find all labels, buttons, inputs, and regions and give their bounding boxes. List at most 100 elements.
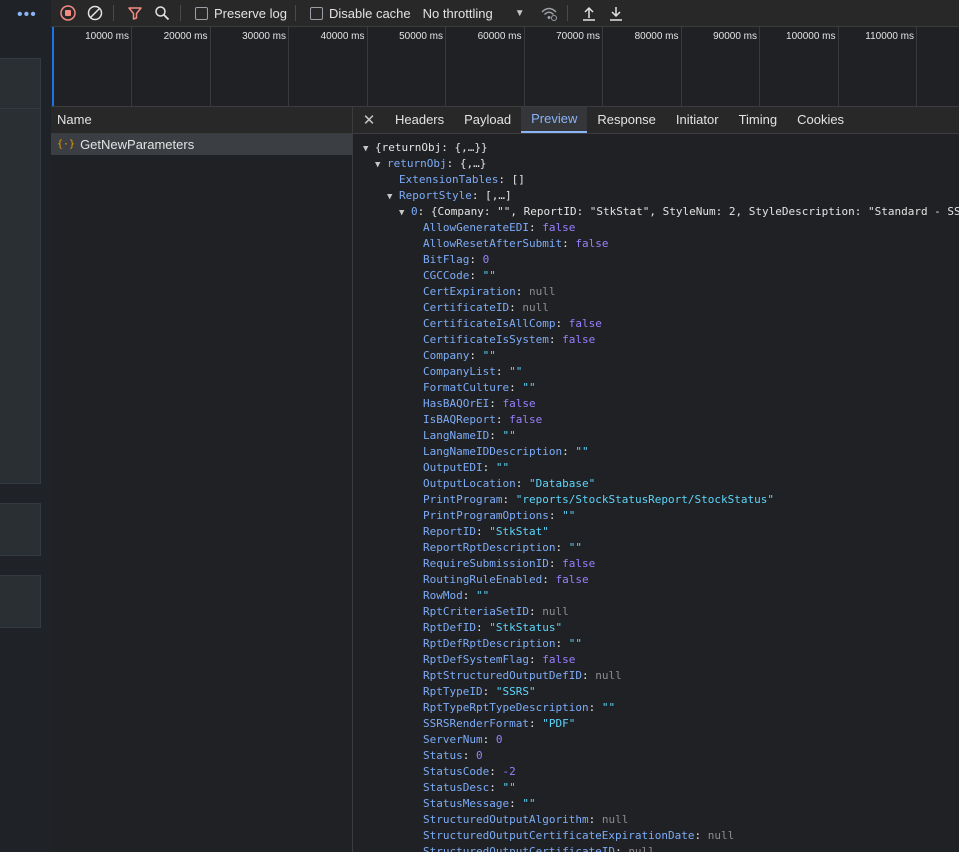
tab-headers[interactable]: Headers (385, 107, 454, 133)
json-tree-row[interactable]: RowMod: "" (353, 588, 959, 604)
timeline-tick-label: 12 (925, 31, 959, 42)
timeline-gridline (680, 27, 682, 106)
json-tree-row[interactable]: RequireSubmissionID: false (353, 556, 959, 572)
json-tree-row[interactable]: LangNameID: "" (353, 428, 959, 444)
json-tree-row[interactable]: BitFlag: 0 (353, 252, 959, 268)
expand-triangle-icon[interactable]: ▼ (375, 157, 387, 173)
json-tree-row[interactable]: ▼ returnObj: {,…} (353, 156, 959, 172)
json-tree-row[interactable]: CompanyList: "" (353, 364, 959, 380)
disable-cache-checkbox[interactable]: Disable cache (309, 6, 411, 21)
json-key: RequireSubmissionID (423, 557, 549, 570)
preserve-log-checkbox[interactable]: Preserve log (195, 6, 287, 21)
toolbar-divider (294, 5, 296, 21)
json-key: ReportID (423, 525, 476, 538)
filter-icon[interactable] (125, 3, 145, 23)
json-tree-row[interactable]: FormatCulture: "" (353, 380, 959, 396)
json-boolean-value: false (575, 237, 609, 250)
json-tree-row[interactable]: CertificateIsAllComp: false (353, 316, 959, 332)
json-tree-row[interactable]: ▼ 0: {Company: "", ReportID: "StkStat", S… (353, 204, 959, 220)
json-tree-row[interactable]: AllowResetAfterSubmit: false (353, 236, 959, 252)
json-tree-row[interactable]: RoutingRuleEnabled: false (353, 572, 959, 588)
json-tree-row[interactable]: OutputEDI: "" (353, 460, 959, 476)
json-tree-row[interactable]: RptDefSystemFlag: false (353, 652, 959, 668)
json-tree-row[interactable]: Status: 0 (353, 748, 959, 764)
json-string-value: "" (502, 781, 516, 794)
json-number-value: 0 (476, 749, 483, 762)
json-tree-row[interactable]: AllowGenerateEDI: false (353, 220, 959, 236)
timeline-tick-label: 70000 ms (556, 31, 600, 42)
json-tree-row[interactable]: RptCriteriaSetID: null (353, 604, 959, 620)
timeline-selection-marker[interactable] (52, 27, 54, 106)
tab-payload[interactable]: Payload (454, 107, 521, 133)
json-punct: : (489, 429, 503, 442)
import-icon[interactable] (579, 3, 599, 23)
json-tree-row[interactable]: RptTypeRptTypeDescription: "" (353, 700, 959, 716)
json-tree-row[interactable]: StatusMessage: "" (353, 796, 959, 812)
timeline-gridline (209, 27, 211, 106)
json-key: StatusDesc (423, 781, 490, 794)
json-punct: : (548, 333, 563, 346)
request-row[interactable]: {·} GetNewParameters (51, 134, 352, 155)
json-tree-row[interactable]: StructuredOutputAlgorithm: null (353, 812, 959, 828)
json-tree-row[interactable]: PrintProgramOptions: "" (353, 508, 959, 524)
json-tree-row[interactable]: RptStructuredOutputDefID: null (353, 668, 959, 684)
json-tree-row[interactable]: StructuredOutputCertificateID: null (353, 844, 959, 852)
json-tree-row[interactable]: ReportRptDescription: "" (353, 540, 959, 556)
json-tree-row[interactable]: Company: "" (353, 348, 959, 364)
stop-record-icon[interactable] (58, 3, 78, 23)
json-tree-row[interactable]: RptDefID: "StkStatus" (353, 620, 959, 636)
expand-triangle-icon[interactable]: ▼ (363, 141, 375, 157)
json-tree-row[interactable]: StructuredOutputCertificateExpirationDat… (353, 828, 959, 844)
wifi-conditions-icon[interactable] (539, 3, 559, 23)
json-punct: : (482, 733, 496, 746)
json-key: HasBAQOrEI (423, 397, 490, 410)
tab-cookies[interactable]: Cookies (787, 107, 854, 133)
checkbox-box[interactable] (195, 6, 208, 20)
json-punct: : (528, 605, 543, 618)
json-string-value: "" (482, 269, 496, 282)
throttling-select[interactable]: No throttling ▼ (423, 6, 525, 21)
json-tree-row[interactable]: ▼ ReportStyle: [,…] (353, 188, 959, 204)
json-tree-row[interactable]: CGCCode: "" (353, 268, 959, 284)
overview-timeline[interactable]: 10000 ms 20000 ms 30000 ms 40000 ms 50000 ms… (51, 27, 959, 107)
json-tree-row[interactable]: HasBAQOrEI: false (353, 396, 959, 412)
checkbox-box[interactable] (309, 6, 323, 20)
name-column-header[interactable]: Name (51, 107, 352, 134)
json-tree-row[interactable]: CertificateIsSystem: false (353, 332, 959, 348)
json-tree-row[interactable]: SSRSRenderFormat: "PDF" (353, 716, 959, 732)
json-tree-row[interactable]: ExtensionTables: [] (353, 172, 959, 188)
json-number-value: -2 (502, 765, 516, 778)
json-punct: : (528, 653, 543, 666)
json-punct: : (509, 381, 523, 394)
tab-preview[interactable]: Preview (521, 107, 588, 133)
json-boolean-value: false (542, 221, 576, 234)
tab-timing[interactable]: Timing (729, 107, 788, 133)
json-tree-row[interactable]: StatusDesc: "" (353, 780, 959, 796)
expand-triangle-icon[interactable]: ▼ (399, 205, 411, 221)
json-tree-row[interactable]: CertificateID: null (353, 300, 959, 316)
json-key: ExtensionTables (399, 173, 499, 186)
export-icon[interactable] (606, 3, 626, 23)
json-tree-row[interactable]: ServerNum: 0 (353, 732, 959, 748)
json-tree-row[interactable]: ReportID: "StkStat" (353, 524, 959, 540)
json-tree-row[interactable]: OutputLocation: "Database" (353, 476, 959, 492)
expand-triangle-icon[interactable]: ▼ (387, 189, 399, 205)
json-punct: : (489, 765, 503, 778)
json-tree-row[interactable]: RptTypeID: "SSRS" (353, 684, 959, 700)
close-icon[interactable]: ✕ (353, 107, 385, 133)
json-tree-row[interactable]: CertExpiration: null (353, 284, 959, 300)
json-tree-row[interactable]: StatusCode: -2 (353, 764, 959, 780)
search-icon[interactable] (152, 3, 172, 23)
tab-response[interactable]: Response (587, 107, 666, 133)
json-tree-row[interactable]: PrintProgram: "reports/StockStatusReport… (353, 492, 959, 508)
json-tree-row[interactable]: IsBAQReport: false (353, 412, 959, 428)
json-tree-row[interactable]: RptDefRptDescription: "" (353, 636, 959, 652)
json-number-value: 0 (482, 253, 490, 266)
clear-icon[interactable] (85, 3, 105, 23)
json-string-value: "PDF" (542, 717, 576, 730)
json-tree-row[interactable]: ▼ {returnObj: {,…}} (353, 140, 959, 156)
more-icon[interactable]: ••• (17, 6, 37, 24)
json-tree-row[interactable]: LangNameIDDescription: "" (353, 444, 959, 460)
json-punct: : (555, 637, 569, 650)
tab-initiator[interactable]: Initiator (666, 107, 729, 133)
